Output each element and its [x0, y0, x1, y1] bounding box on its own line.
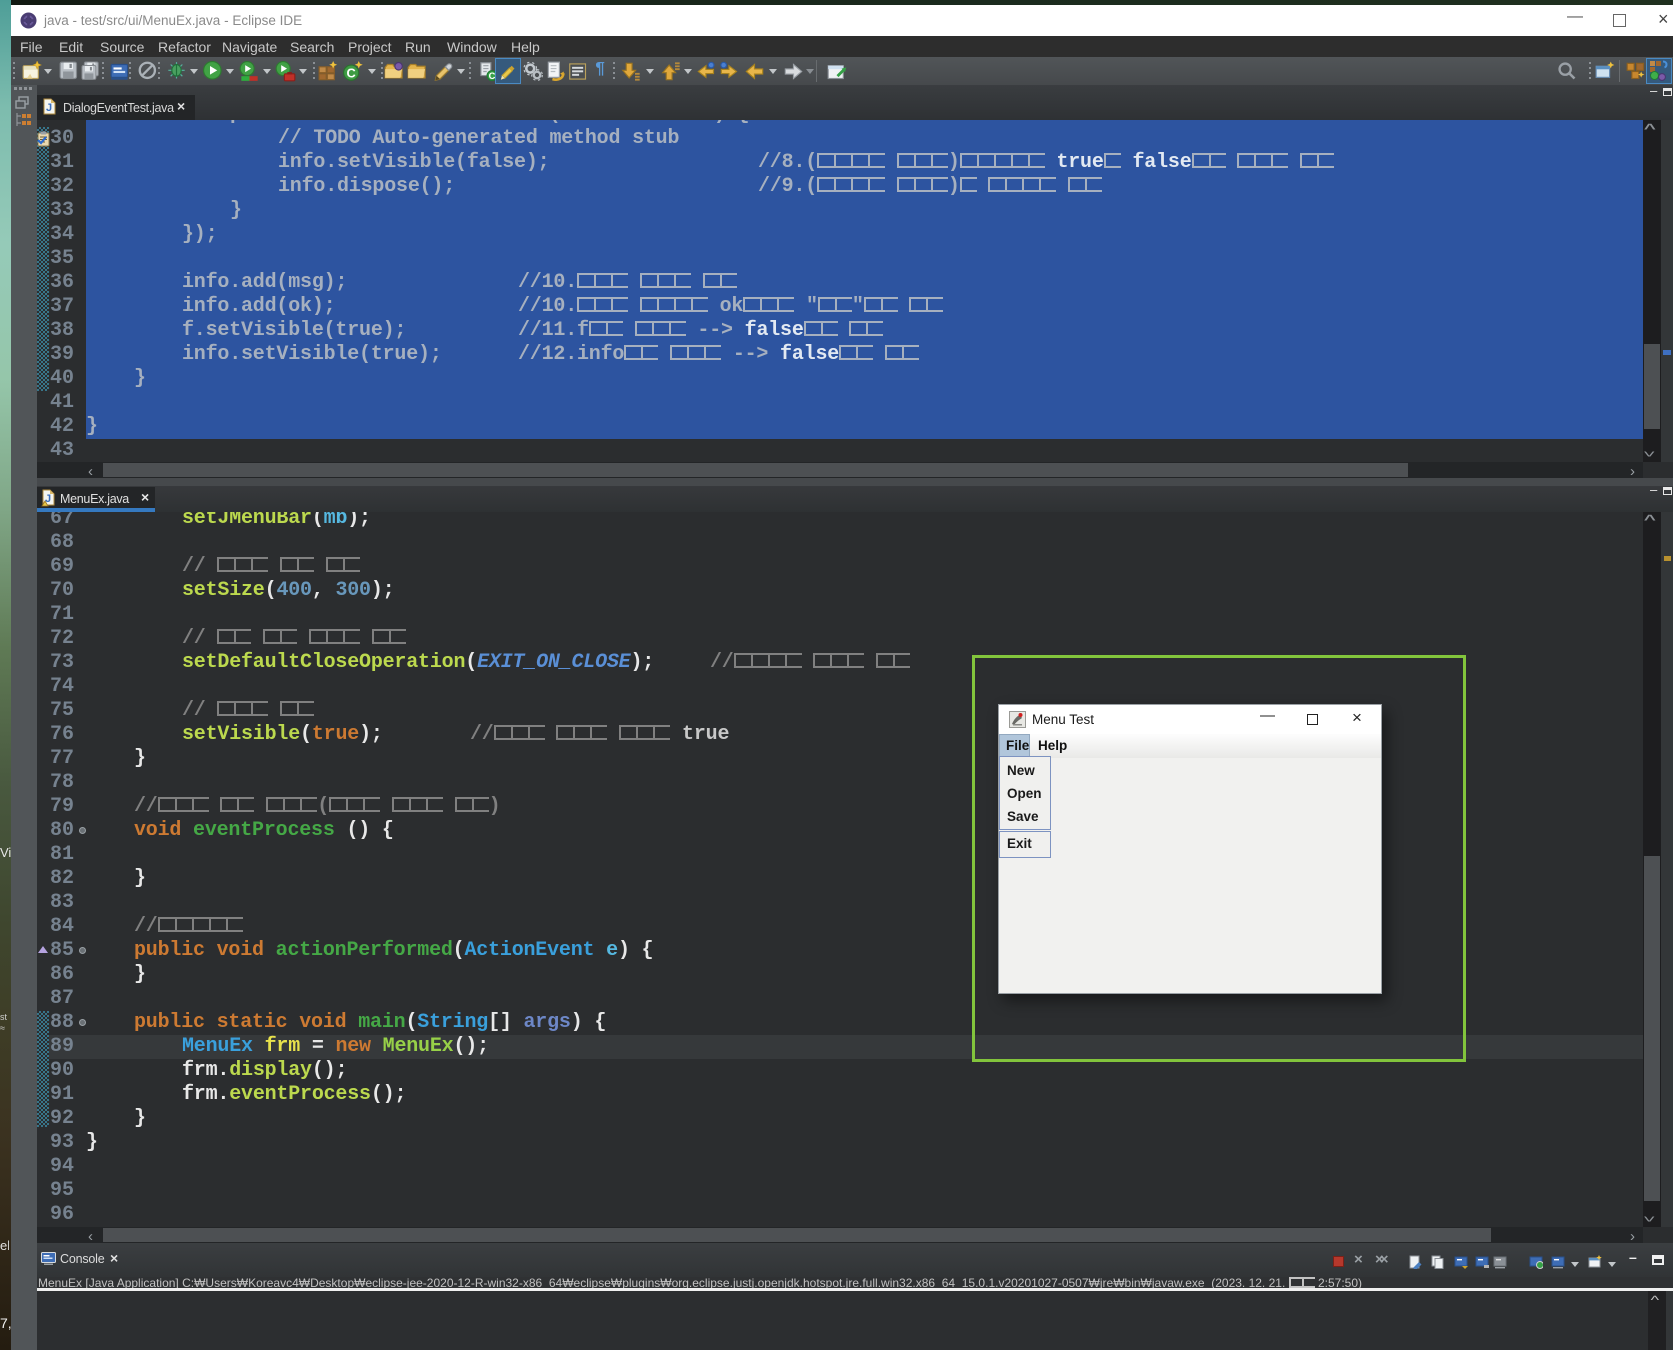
svg-text:J: J: [46, 102, 52, 114]
svg-text:C: C: [347, 65, 356, 80]
